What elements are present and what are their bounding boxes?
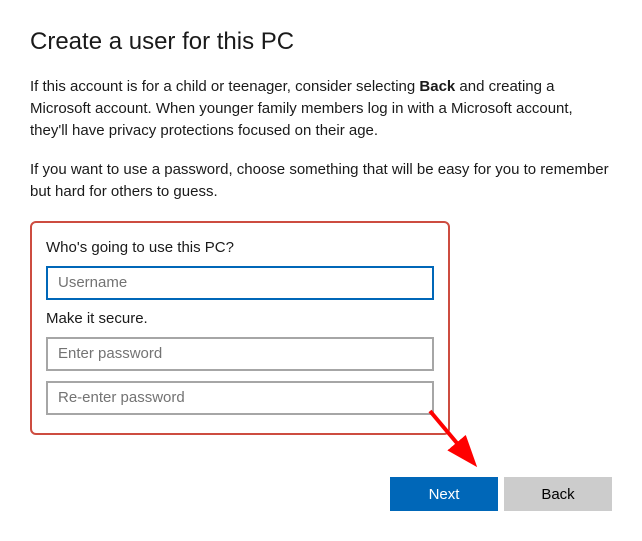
next-button[interactable]: Next: [390, 477, 498, 511]
user-form-highlight-box: Who's going to use this PC? Make it secu…: [30, 221, 450, 435]
intro-para-1-bold: Back: [419, 78, 455, 95]
intro-para-1a: If this account is for a child or teenag…: [30, 78, 419, 95]
username-input[interactable]: [46, 266, 434, 300]
intro-para-2: If you want to use a password, choose so…: [30, 159, 612, 203]
who-label: Who's going to use this PC?: [46, 239, 434, 256]
password-input[interactable]: [46, 337, 434, 371]
reenter-password-input[interactable]: [46, 381, 434, 415]
back-button[interactable]: Back: [504, 477, 612, 511]
secure-label: Make it secure.: [46, 310, 434, 327]
intro-para-1: If this account is for a child or teenag…: [30, 76, 612, 141]
button-row: Next Back: [390, 477, 612, 511]
page-title: Create a user for this PC: [30, 28, 612, 56]
